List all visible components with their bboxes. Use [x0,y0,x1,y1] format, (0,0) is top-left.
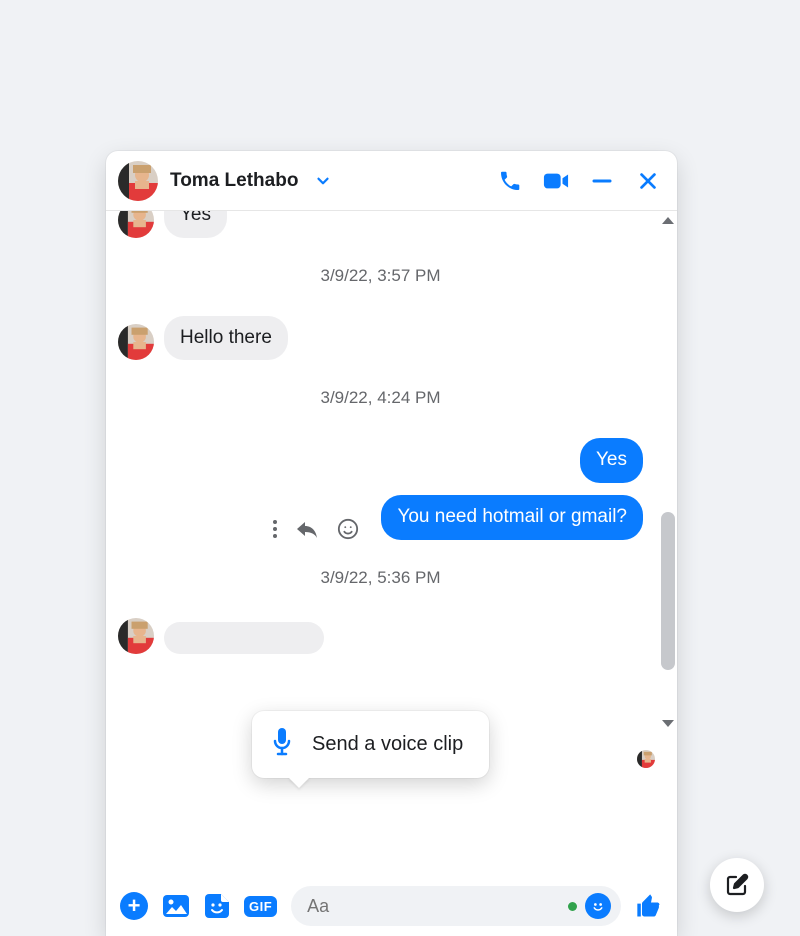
message-actions [273,518,359,540]
video-call-button[interactable] [543,168,569,194]
message-row-incoming: Hello there [118,316,643,361]
gif-button[interactable]: GIF [244,896,277,917]
chevron-down-icon[interactable] [314,172,332,190]
message-bubble-incoming[interactable]: Hello there [164,316,288,361]
like-button[interactable] [635,892,663,920]
react-icon[interactable] [337,518,359,540]
message-row-outgoing: You need hotmail or gmail? [118,495,643,540]
close-button[interactable] [635,168,661,194]
message-input[interactable] [307,896,560,917]
contact-name[interactable]: Toma Lethabo [170,170,298,192]
header-actions [497,168,661,194]
scroll-thumb[interactable] [661,512,675,671]
message-avatar[interactable] [118,618,154,654]
timestamp: 3/9/22, 4:24 PM [118,388,643,408]
message-bubble-outgoing[interactable]: You need hotmail or gmail? [381,495,643,540]
sticker-button[interactable] [204,893,230,919]
message-row-incoming [118,618,643,654]
scroll-down-button[interactable] [662,720,674,727]
new-message-fab[interactable] [710,858,764,912]
scroll-track[interactable] [659,224,677,720]
message-row-outgoing: Yes [118,438,643,483]
reply-icon[interactable] [295,518,319,540]
photo-button[interactable] [162,894,190,918]
emoji-picker-button[interactable] [585,893,611,919]
chat-body: Yes 3/9/22, 3:57 PM Hello there 3/9/22, … [106,211,677,876]
voice-clip-tooltip-label: Send a voice clip [312,733,463,756]
timestamp: 3/9/22, 5:36 PM [118,568,643,588]
messages-pane[interactable]: Yes 3/9/22, 3:57 PM Hello there 3/9/22, … [106,211,659,876]
voice-clip-tooltip: Send a voice clip [252,711,489,778]
scrollbar [659,211,677,876]
delivered-indicator-avatar [637,750,655,768]
more-actions-icon[interactable] [273,520,277,538]
active-status-dot [568,902,577,911]
microphone-icon [270,727,294,762]
contact-avatar[interactable] [118,161,158,201]
message-bubble-outgoing[interactable]: Yes [580,438,643,483]
message-bubble-incoming[interactable] [164,622,324,654]
message-avatar[interactable] [118,211,154,238]
message-bubble-incoming[interactable]: Yes [164,211,227,238]
message-avatar[interactable] [118,324,154,360]
voice-call-button[interactable] [497,168,523,194]
message-row-incoming: Yes [118,211,643,238]
add-attachment-button[interactable]: + [120,892,148,920]
timestamp: 3/9/22, 3:57 PM [118,266,643,286]
message-input-wrap [291,886,621,926]
scroll-up-button[interactable] [662,217,674,224]
chat-window: Toma Lethabo Yes 3/9/2 [106,151,677,936]
chat-header: Toma Lethabo [106,151,677,211]
minimize-button[interactable] [589,168,615,194]
composer: + GIF [106,876,677,936]
